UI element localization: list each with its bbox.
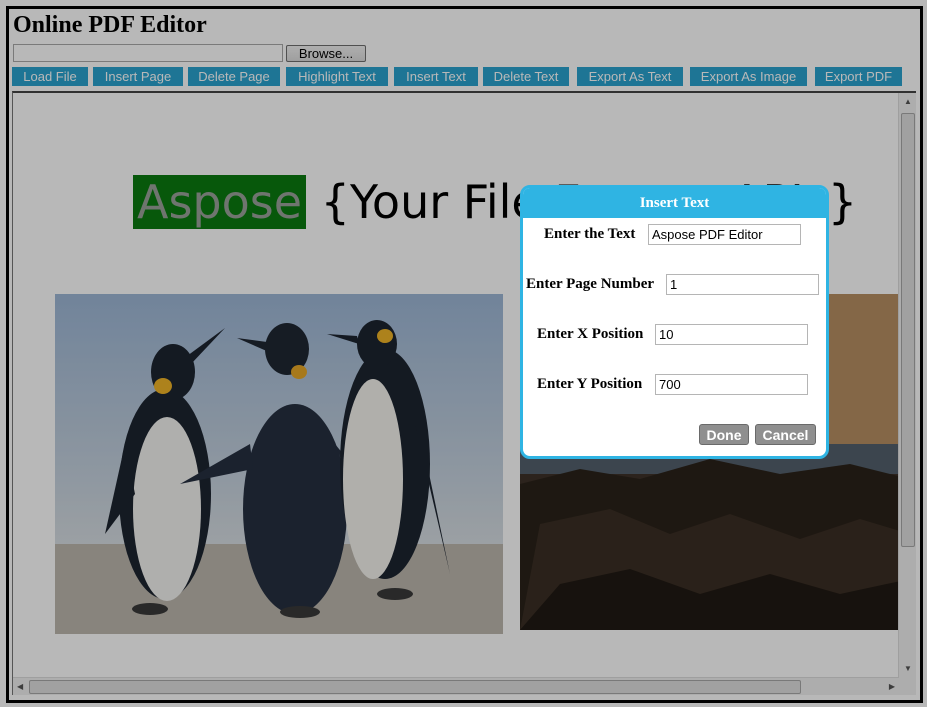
page-number-label: Enter Page Number xyxy=(526,276,655,292)
x-position-label: Enter X Position xyxy=(537,326,644,342)
insert-text-dialog: Insert Text Enter the Text Aspose PDF Ed… xyxy=(520,185,829,459)
x-position-input[interactable]: 10 xyxy=(655,324,808,345)
done-button[interactable]: Done xyxy=(699,424,749,445)
cancel-button[interactable]: Cancel xyxy=(755,424,816,445)
y-position-label: Enter Y Position xyxy=(537,376,643,392)
dialog-title: Insert Text xyxy=(523,188,826,218)
text-label: Enter the Text xyxy=(544,226,636,242)
text-input[interactable]: Aspose PDF Editor xyxy=(648,224,801,245)
y-position-input[interactable]: 700 xyxy=(655,374,808,395)
page-number-input[interactable]: 1 xyxy=(666,274,819,295)
